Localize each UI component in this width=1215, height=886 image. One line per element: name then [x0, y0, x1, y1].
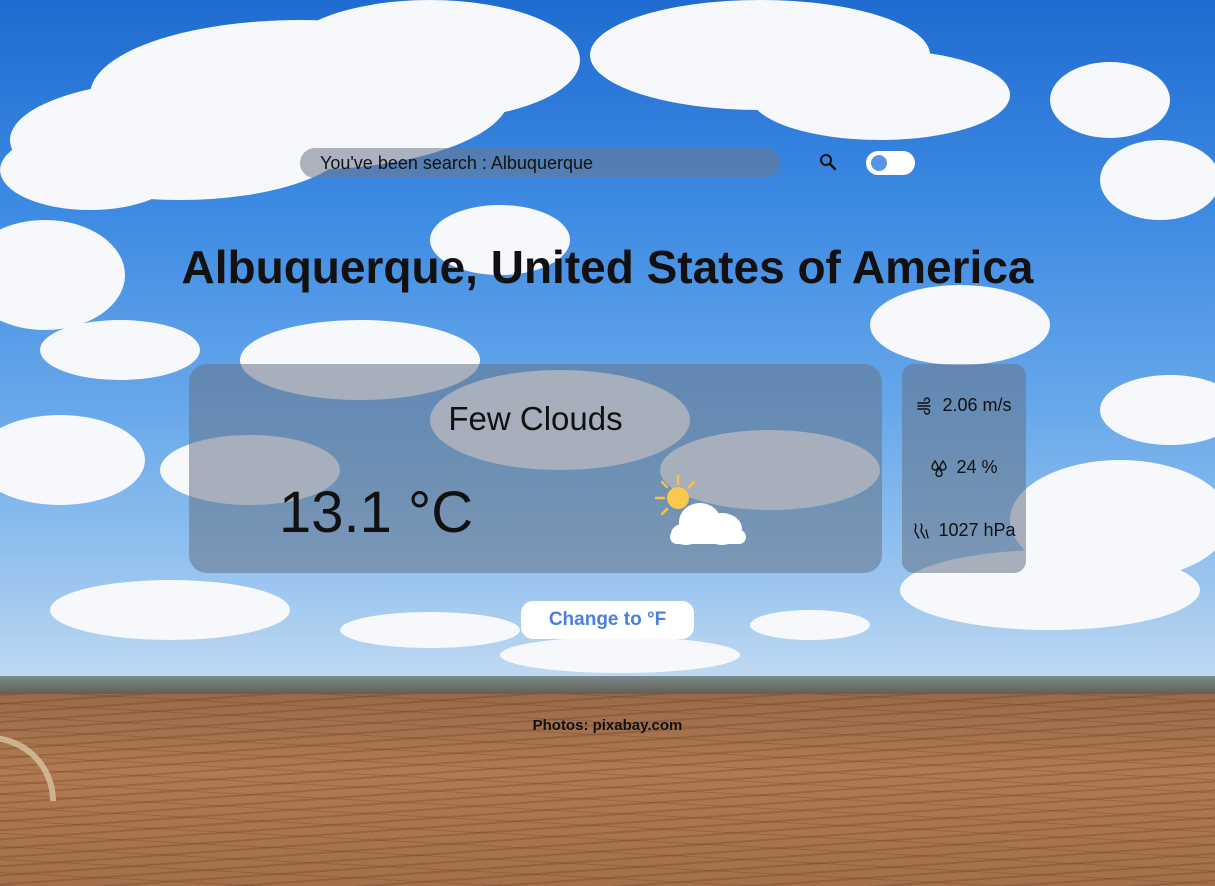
wind-icon [917, 396, 932, 415]
temperature-value: 13.1 °C [279, 480, 474, 545]
city-search-input[interactable] [300, 148, 780, 178]
pressure-icon [914, 522, 930, 539]
photo-credit: Photos: pixabay.com [532, 717, 683, 734]
location-title: Albuquerque, United States of America [181, 241, 1034, 293]
humidity-value: 24 % [956, 457, 998, 477]
clouds [0, 0, 1215, 673]
weather-stats-panel: 2.06 m/s 24 % 1027 hPa [902, 364, 1026, 573]
wind-value: 2.06 m/s [942, 395, 1012, 415]
wind-stat: 2.06 m/s [902, 395, 1026, 416]
theme-toggle[interactable] [866, 151, 915, 175]
toggle-knob [871, 155, 887, 171]
humidity-icon [931, 459, 948, 477]
search-button[interactable] [816, 151, 840, 175]
change-unit-button[interactable]: Change to °F [521, 601, 694, 639]
pressure-stat: 1027 hPa [902, 520, 1026, 541]
sun-behind-cloud-icon [654, 474, 746, 545]
humidity-stat: 24 % [902, 457, 1026, 478]
weather-card: Few Clouds 13.1 °C [189, 364, 882, 573]
weather-description: Few Clouds [448, 400, 623, 437]
pressure-value: 1027 hPa [938, 520, 1016, 540]
search-icon [820, 154, 837, 171]
